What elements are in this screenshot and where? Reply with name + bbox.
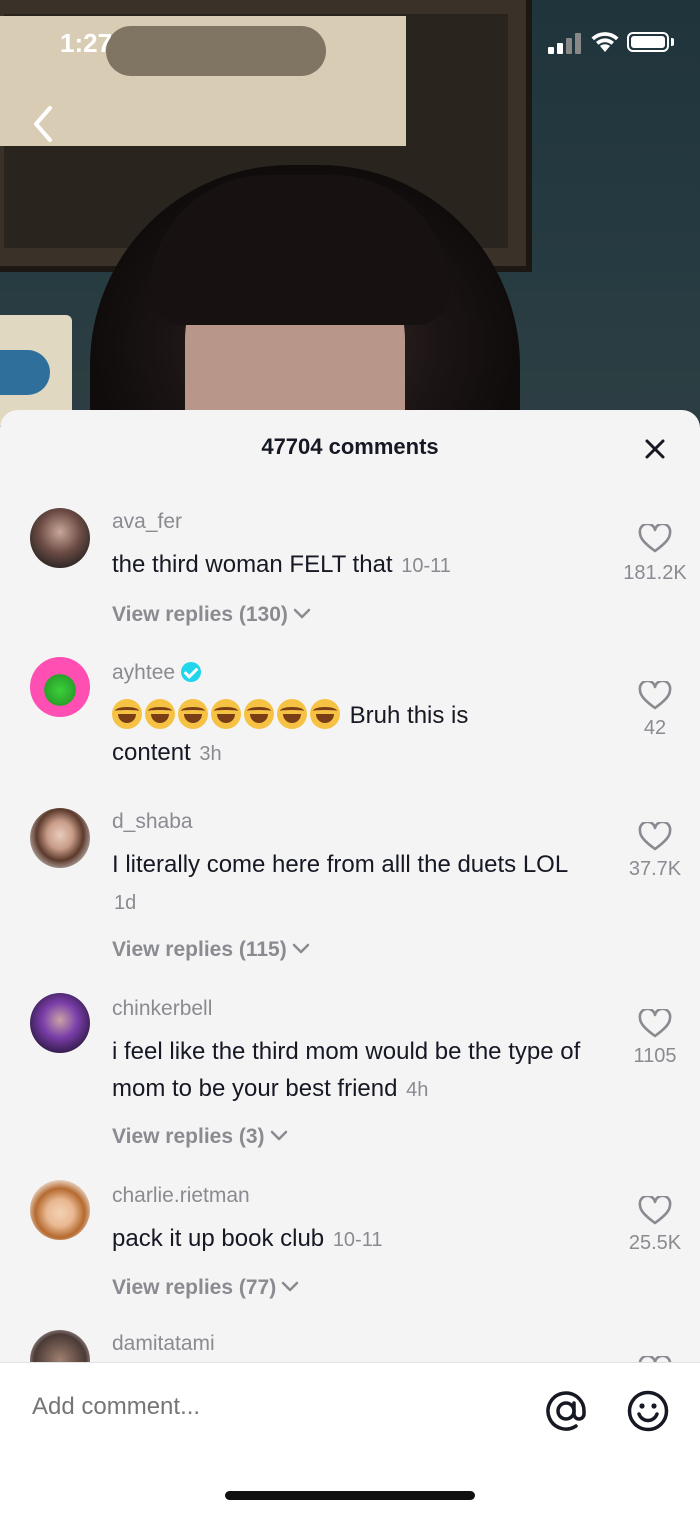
laughing-emoji-icon — [112, 699, 142, 729]
comment-username[interactable]: d_shaba — [112, 810, 193, 834]
avatar[interactable] — [30, 657, 90, 717]
comments-sheet: 47704 comments ava_fer the third woman F… — [0, 410, 700, 1516]
comment-text: the third woman FELT that 10-11 — [112, 551, 451, 578]
comment-text: i feel like the third mom would be the t… — [112, 1038, 581, 1102]
chevron-down-icon — [281, 1281, 299, 1292]
home-indicator[interactable] — [225, 1491, 475, 1500]
comment-time: 10-11 — [401, 555, 451, 577]
comment-text: pack it up book club 10-11 — [112, 1225, 383, 1252]
wall-sign — [0, 315, 72, 425]
avatar[interactable] — [30, 993, 90, 1053]
comment-time: 1d — [114, 892, 137, 914]
heart-icon[interactable] — [638, 1196, 672, 1226]
chevron-down-icon — [293, 608, 311, 619]
comment-time: 3h — [199, 743, 222, 765]
avatar[interactable] — [30, 1330, 90, 1362]
comment-list[interactable]: 47704 comments ava_fer the third woman F… — [0, 410, 700, 1362]
emoji-smile-icon[interactable] — [626, 1389, 670, 1433]
like-count: 37.7K — [628, 858, 682, 880]
laughing-emoji-icon — [211, 699, 241, 729]
heart-icon[interactable] — [638, 681, 672, 711]
cellular-signal-icon — [548, 33, 581, 54]
comment-text: Bruh this is content 3h — [112, 697, 592, 773]
heart-icon[interactable] — [638, 1009, 672, 1039]
laughing-emoji-group — [112, 699, 343, 729]
comment-time: 4h — [406, 1079, 429, 1101]
close-icon[interactable] — [640, 434, 670, 464]
battery-icon — [627, 32, 669, 52]
avatar[interactable] — [30, 508, 90, 568]
view-replies-button[interactable]: View replies (77) — [112, 1276, 300, 1300]
heart-icon[interactable] — [638, 524, 672, 554]
laughing-emoji-icon — [178, 699, 208, 729]
like-count: 181.2K — [623, 562, 687, 584]
wifi-icon — [591, 32, 619, 52]
add-comment-input[interactable] — [32, 1393, 512, 1421]
comment-time: 10-11 — [332, 1229, 383, 1251]
comment-username[interactable]: charlie.rietman — [112, 1184, 250, 1208]
comments-count-title: 47704 comments — [261, 434, 439, 459]
like-count: 25.5K — [628, 1232, 682, 1254]
heart-icon[interactable] — [638, 822, 672, 852]
laughing-emoji-icon — [310, 699, 340, 729]
laughing-emoji-icon — [277, 699, 307, 729]
like-count: 1105 — [633, 1045, 677, 1067]
avatar[interactable] — [30, 808, 90, 868]
chevron-down-icon — [270, 1130, 287, 1141]
view-replies-button[interactable]: View replies (3) — [112, 1125, 289, 1149]
back-chevron-icon[interactable] — [28, 104, 58, 144]
comment-username[interactable]: chinkerbell — [112, 997, 212, 1021]
comment-text: I literally come here from alll the duet… — [112, 851, 568, 914]
chevron-down-icon — [292, 943, 309, 954]
laughing-emoji-icon — [145, 699, 175, 729]
view-replies-button[interactable]: View replies (130) — [112, 603, 312, 627]
laughing-emoji-icon — [244, 699, 274, 729]
verified-badge-icon — [181, 662, 202, 682]
status-time: 1:27 — [60, 28, 113, 58]
comment-username[interactable]: ava_fer — [112, 510, 182, 534]
mention-at-icon[interactable] — [544, 1389, 588, 1433]
status-bar: 1:27 — [0, 0, 700, 90]
avatar[interactable] — [30, 1180, 90, 1240]
view-replies-button[interactable]: View replies (115) — [112, 938, 311, 962]
comment-username[interactable]: damitatami — [112, 1332, 215, 1356]
like-count: 42 — [643, 717, 667, 739]
comment-username[interactable]: ayhtee — [112, 661, 202, 685]
